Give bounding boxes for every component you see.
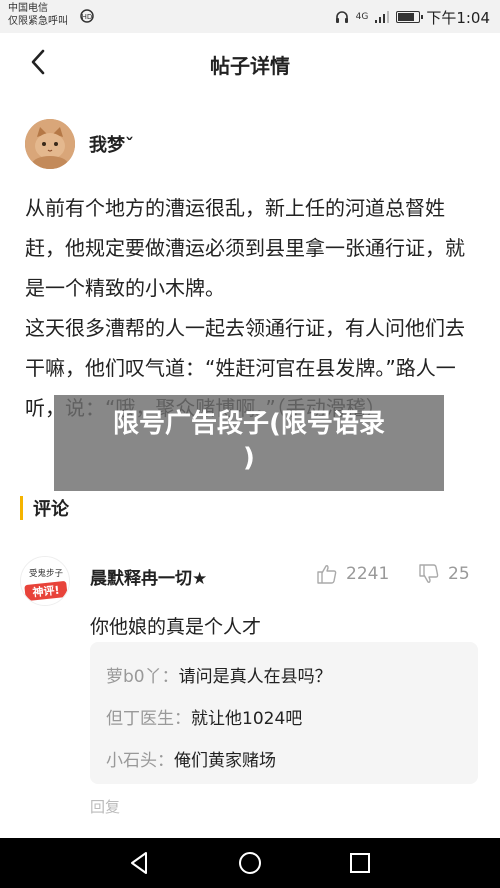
reply-text: 就让他1024吧 [191,709,303,729]
page-title: 帖子详情 [210,54,290,78]
status-bar: 中国电信 仅限紧急呼叫 HD 4G 下午1:04 [0,0,500,33]
post-paragraph: 从前有个地方的漕运很乱，新上任的河道总督姓赶，他规定要做漕运必须到县里拿一张通行… [25,196,465,300]
reply-button[interactable]: 回复 [90,796,120,817]
overlay-line: ) [243,443,255,473]
thumbs-up-icon [317,565,337,584]
cat-avatar-icon [25,119,75,169]
badge-text-bottom: 神评! [32,583,60,600]
dislike-count: 25 [448,564,470,584]
hd-call-icon: HD [80,9,94,23]
system-nav-bar [0,838,500,888]
nav-home-button[interactable] [236,849,264,877]
circle-home-icon [239,852,261,874]
post-content: 从前有个地方的漕运很乱，新上任的河道总督姓赶，他规定要做漕运必须到县里拿一张通行… [25,188,480,428]
dislike-button[interactable]: 25 [418,563,470,585]
comment-text: 你他娘的真是个人才 [90,616,262,638]
comments-title: 评论 [33,499,69,520]
nav-header: 帖子详情 [0,33,500,91]
reply-text: 请问是真人在县吗？ [178,667,332,687]
reply-item[interactable]: 萝b0丫：请问是真人在县吗？ [106,656,462,698]
nav-back-button[interactable] [126,849,154,877]
avatar[interactable]: 受鬼步子 神评! [20,556,70,606]
signal-icon [375,11,390,23]
overlay-banner: 限号广告段子(限号语录 ) [54,395,444,491]
nav-recents-button[interactable] [346,849,374,877]
hot-comment-badge-icon: 受鬼步子 神评! [21,557,69,605]
headphone-icon [335,11,348,23]
like-button[interactable]: 2241 [316,563,389,585]
badge-text-top: 受鬼步子 [29,568,64,579]
post-author[interactable]: 我梦ˇ [25,118,134,170]
section-accent-bar [20,496,23,520]
thumbs-down-icon [419,564,439,583]
carrier-status: 仅限紧急呼叫 [8,16,68,27]
reply-username[interactable]: 但丁医生： [106,709,191,729]
reply-username[interactable]: 小石头： [106,751,174,771]
author-name[interactable]: 我梦ˇ [89,131,134,157]
avatar[interactable] [25,119,75,169]
network-type: 4G [355,11,369,22]
reply-item[interactable]: 但丁医生：就让他1024吧 [106,698,462,740]
hd-indicator: HD [80,9,94,26]
svg-text:HD: HD [82,13,93,21]
reply-item[interactable]: 小石头：俺们黄家赌场 [106,740,462,782]
reply-text: 俺们黄家赌场 [174,751,276,771]
comments-header: 评论 [20,495,69,521]
overlay-line: 限号广告段子(限号语录 [113,409,385,439]
clock: 下午1:04 [426,8,490,27]
like-count: 2241 [346,564,390,584]
reply-list[interactable]: 萝b0丫：请问是真人在县吗？ 但丁医生：就让他1024吧 小石头：俺们黄家赌场 [90,642,478,784]
carrier-name: 中国电信 [8,3,48,14]
triangle-back-icon [131,852,147,874]
comment-username[interactable]: 晨默释冉一切★ [90,564,207,589]
status-icons: 4G 下午1:04 [334,7,490,27]
square-recents-icon [350,853,370,873]
carrier-info: 中国电信 仅限紧急呼叫 [8,2,68,28]
battery-icon [396,11,424,23]
reply-username[interactable]: 萝b0丫： [106,667,179,687]
